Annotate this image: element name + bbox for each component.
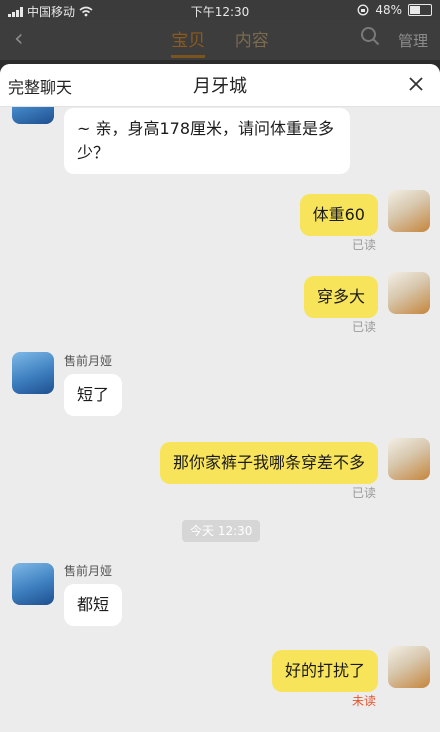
user-avatar[interactable]	[388, 646, 430, 688]
battery-fill	[410, 6, 420, 14]
message-bubble: 都短	[64, 584, 123, 626]
search-icon	[361, 27, 380, 46]
message-bubble: 短了	[64, 374, 123, 416]
seller-avatar[interactable]	[12, 563, 54, 605]
tab-content: 内容	[234, 31, 269, 51]
seller-avatar[interactable]	[12, 352, 54, 394]
battery-percent: 48%	[375, 3, 402, 17]
user-avatar[interactable]	[388, 438, 430, 480]
message-bubble: 穿多大	[303, 276, 378, 318]
message-list[interactable]: ~ 亲，身高178厘米，请问体重是多少？ 体重60 已读 穿多大 已读 售前月娅…	[0, 82, 440, 732]
background-nav: ‹ 宝贝 内容 管理	[0, 20, 440, 60]
time-separator: 今天 12:30	[182, 520, 261, 542]
sender-name: 售前月娅	[64, 564, 113, 578]
rotation-lock-icon	[357, 4, 369, 16]
chat-sheet: 完整聊天 月牙城 ~ 亲，身高178厘米，请问体重是多少？ 体重60 已读 穿多…	[0, 64, 440, 732]
read-status: 已读	[351, 320, 376, 334]
unread-status: 未读	[351, 694, 376, 708]
read-status: 已读	[351, 486, 376, 500]
message-bubble: ~ 亲，身高178厘米，请问体重是多少？	[64, 108, 350, 174]
battery-icon	[408, 4, 432, 16]
sheet-header: 完整聊天 月牙城	[0, 64, 440, 107]
status-bar: 中国移动 下午12:30 48%	[0, 0, 440, 20]
message-bubble: 好的打扰了	[271, 650, 378, 692]
chat-title: 月牙城	[193, 76, 247, 97]
tab-products: 宝贝	[171, 26, 206, 58]
user-avatar[interactable]	[388, 272, 430, 314]
close-icon[interactable]	[406, 74, 426, 94]
user-avatar[interactable]	[388, 190, 430, 232]
message-bubble: 体重60	[299, 194, 378, 236]
read-status: 已读	[351, 238, 376, 252]
message-bubble: 那你家裤子我哪条穿差不多	[159, 442, 378, 484]
manage-link: 管理	[397, 32, 428, 50]
sender-name: 售前月娅	[64, 354, 113, 368]
